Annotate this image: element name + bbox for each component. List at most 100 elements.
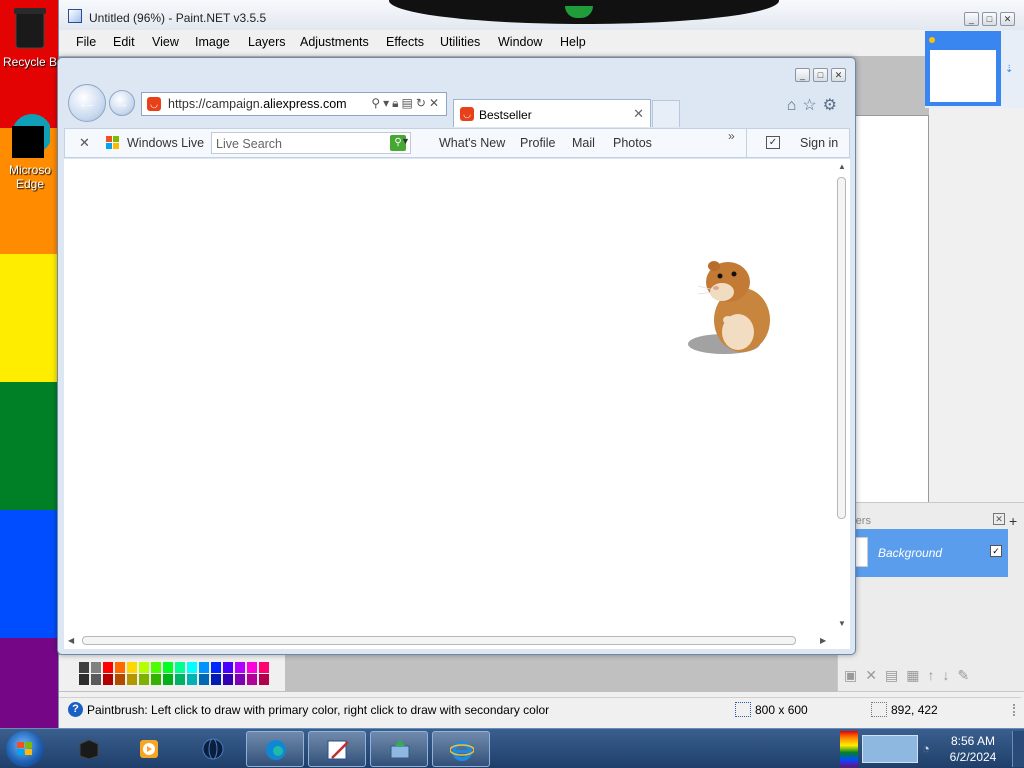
scroll-right-icon[interactable]: ▶: [820, 636, 826, 645]
add-layer-icon[interactable]: ▣: [844, 667, 865, 683]
menu-layers[interactable]: Layers: [248, 35, 286, 49]
palette-swatch[interactable]: [211, 674, 221, 685]
duplicate-layer-icon[interactable]: ▤: [885, 667, 906, 683]
new-tab-button[interactable]: [652, 100, 680, 127]
menu-window[interactable]: Window: [498, 35, 542, 49]
close-button[interactable]: ✕: [1000, 12, 1015, 26]
tab-close-icon[interactable]: ✕: [633, 106, 644, 122]
taskbar-item-ie[interactable]: [432, 731, 490, 767]
compatibility-view-icon[interactable]: ▤: [402, 96, 416, 110]
scroll-up-icon[interactable]: ▲: [838, 162, 846, 171]
desktop-icon-recycle-bin[interactable]: Recycle B: [0, 6, 60, 69]
palette-swatch[interactable]: [79, 662, 89, 673]
move-layer-up-icon[interactable]: ↑: [927, 667, 942, 683]
back-button[interactable]: ←: [68, 84, 106, 122]
scroll-left-icon[interactable]: ◀: [68, 636, 74, 645]
menu-adjustments[interactable]: Adjustments: [300, 35, 369, 49]
image-thumbnail[interactable]: [925, 31, 1001, 106]
layer-visibility-checkbox[interactable]: ✓: [990, 545, 1002, 557]
menu-utilities[interactable]: Utilities: [440, 35, 480, 49]
more-chevron-icon[interactable]: »: [728, 129, 735, 143]
layer-properties-icon[interactable]: ✎: [957, 667, 977, 683]
menu-view[interactable]: View: [152, 35, 179, 49]
favorites-star-icon[interactable]: ☆: [802, 97, 822, 114]
palette-swatch[interactable]: [235, 662, 245, 673]
horizontal-scrollbar[interactable]: ◀ ▶: [64, 633, 834, 649]
palette-swatch[interactable]: [139, 662, 149, 673]
palette-swatch[interactable]: [139, 674, 149, 685]
palette-swatch[interactable]: [151, 662, 161, 673]
show-desktop-strip[interactable]: [840, 731, 858, 767]
palette-swatch[interactable]: [259, 674, 269, 685]
link-mail[interactable]: Mail: [572, 136, 595, 150]
page-content[interactable]: ▲ ▼ ◀ ▶: [64, 159, 850, 649]
move-layer-down-icon[interactable]: ↓: [942, 667, 957, 683]
clock[interactable]: 8:56 AM 6/2/2024: [940, 733, 1006, 765]
horizontal-scroll-thumb[interactable]: [82, 636, 796, 645]
resize-grip-icon[interactable]: [1005, 704, 1015, 716]
stop-icon[interactable]: ✕: [429, 96, 442, 110]
link-profile[interactable]: Profile: [520, 136, 555, 150]
palette-swatch[interactable]: [199, 674, 209, 685]
lock-icon[interactable]: 🔒︎: [392, 96, 401, 110]
palette-swatch[interactable]: [211, 662, 221, 673]
layers-panel-close-button[interactable]: ✕: [993, 513, 1005, 525]
taskbar-item-media-player[interactable]: [120, 731, 178, 767]
link-photos[interactable]: Photos: [613, 136, 652, 150]
palette-swatch[interactable]: [163, 662, 173, 673]
palette-swatch[interactable]: [175, 674, 185, 685]
palette-swatch[interactable]: [259, 662, 269, 673]
palette-swatch[interactable]: [103, 674, 113, 685]
palette-swatch[interactable]: [127, 674, 137, 685]
settings-gear-icon[interactable]: ⚙: [823, 97, 843, 114]
palette-swatch[interactable]: [247, 674, 257, 685]
browser-minimize-button[interactable]: _: [795, 68, 810, 82]
menu-file[interactable]: File: [76, 35, 96, 49]
palette-swatch[interactable]: [223, 674, 233, 685]
desktop-icon-edge[interactable]: Microso Edge: [0, 112, 60, 191]
palette-swatch[interactable]: [247, 662, 257, 673]
taskbar-item-edge[interactable]: [246, 731, 304, 767]
show-desktop-button[interactable]: [1012, 731, 1024, 767]
taskbar-item-paintnet[interactable]: [308, 731, 366, 767]
minimize-button[interactable]: _: [964, 12, 979, 26]
scroll-down-icon[interactable]: ▼: [838, 619, 846, 628]
palette-swatch[interactable]: [91, 674, 101, 685]
palette-swatch[interactable]: [151, 674, 161, 685]
canvas-image[interactable]: [854, 115, 929, 505]
address-bar[interactable]: ◡ https://campaign.aliexpress.com ⚲▾🔒︎▤↻…: [141, 92, 447, 116]
vertical-scroll-thumb[interactable]: [837, 177, 846, 519]
refresh-icon[interactable]: ↻: [416, 96, 429, 110]
palette-swatch[interactable]: [187, 674, 197, 685]
menu-edit[interactable]: Edit: [113, 35, 135, 49]
browser-tab[interactable]: ◡ Bestseller ✕: [453, 99, 651, 127]
palette-swatch[interactable]: [91, 662, 101, 673]
live-search-input[interactable]: Live Search ⚲: [211, 132, 411, 154]
taskbar-item-app[interactable]: [60, 731, 118, 767]
network-icon[interactable]: ◔: [922, 741, 930, 756]
windows-live-link[interactable]: Windows Live: [127, 136, 204, 150]
browser-close-button[interactable]: ✕: [831, 68, 846, 82]
palette-swatch[interactable]: [103, 662, 113, 673]
palette-swatch[interactable]: [223, 662, 233, 673]
maximize-button[interactable]: □: [982, 12, 997, 26]
checkbox-icon[interactable]: ✓: [766, 136, 780, 149]
delete-layer-icon[interactable]: ✕: [865, 667, 885, 683]
paintnet-titlebar[interactable]: Untitled (96%) - Paint.NET v3.5.5 _ □ ✕: [59, 0, 1024, 30]
palette-swatch[interactable]: [199, 662, 209, 673]
taskbar-item-installer[interactable]: [370, 731, 428, 767]
merge-layer-icon[interactable]: ▦: [906, 667, 927, 683]
start-button[interactable]: [6, 731, 44, 767]
layer-row[interactable]: Background ✓: [838, 529, 1008, 577]
toolbar-close-icon[interactable]: ✕: [79, 135, 90, 151]
palette-swatch[interactable]: [115, 662, 125, 673]
palette-swatch[interactable]: [175, 662, 185, 673]
vertical-scrollbar[interactable]: ▲ ▼: [834, 159, 850, 633]
home-icon[interactable]: ⌂: [787, 97, 803, 114]
browser-maximize-button[interactable]: □: [813, 68, 828, 82]
sign-in-link[interactable]: Sign in: [800, 136, 838, 150]
search-icon[interactable]: ⚲: [371, 96, 383, 110]
palette-swatch[interactable]: [235, 674, 245, 685]
action-center-icon[interactable]: [862, 735, 918, 763]
palette-swatch[interactable]: [163, 674, 173, 685]
